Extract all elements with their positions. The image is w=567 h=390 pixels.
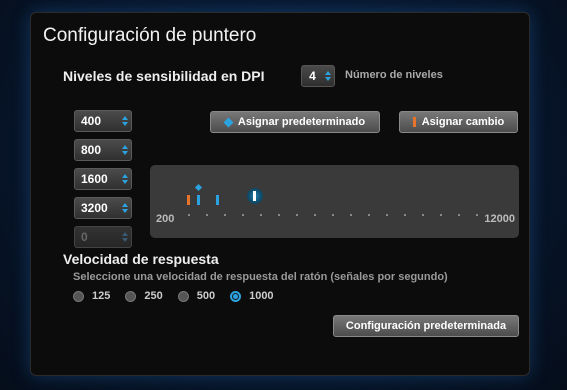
slider-tick [476,214,478,216]
pointer-settings-panel: Configuración de puntero Niveles de sens… [30,12,530,376]
dpi-level-list: 400 800 1600 3200 0 [74,110,132,255]
num-levels-stepper[interactable]: 4 [301,65,335,87]
slider-tick [386,214,388,216]
slider-tick [332,214,334,216]
slider-tick [314,214,316,216]
dpi-levels-heading: Niveles de sensibilidad en DPI [63,68,265,84]
stepper-arrows-icon[interactable] [120,232,129,242]
default-config-button[interactable]: Configuración predeterminada [333,315,519,337]
stepper-arrows-icon[interactable] [120,174,129,184]
radio-label: 1000 [249,290,274,302]
slider-tick [188,214,190,216]
dpi-level-5-value: 0 [81,230,88,244]
slider-tick [440,214,442,216]
num-levels-value: 4 [309,69,316,83]
report-rate-options: 125 250 500 1000 [73,290,289,302]
slider-tick [206,214,208,216]
selected-dpi-marker[interactable] [247,188,263,204]
dpi-level-3-value: 1600 [81,172,108,186]
dpi-level-marker[interactable] [216,195,219,205]
slider-tick [368,214,370,216]
slider-tick [350,214,352,216]
num-levels-label: Número de niveles [345,69,443,81]
report-rate-1000-radio[interactable]: 1000 [230,290,274,302]
default-marker-diamond-icon [194,183,203,192]
radio-circle-icon[interactable] [73,290,84,302]
report-rate-description: Seleccione una velocidad de respuesta de… [73,271,448,283]
radio-label: 125 [92,290,111,302]
dpi-level-2-field[interactable]: 800 [74,139,132,161]
dpi-level-3-field[interactable]: 1600 [74,168,132,190]
slider-tick [458,214,460,216]
dpi-level-5-field[interactable]: 0 [74,226,132,248]
assign-change-button[interactable]: Asignar cambio [399,111,518,133]
dpi-level-1-value: 400 [81,114,102,128]
shift-marker-orange[interactable] [187,195,190,205]
radio-selected-icon[interactable] [230,290,242,302]
report-rate-125-radio[interactable]: 125 [73,290,110,302]
panel-title: Configuración de puntero [43,25,257,46]
slider-min-label: 200 [156,213,175,225]
dpi-level-4-field[interactable]: 3200 [74,197,132,219]
dpi-level-4-value: 3200 [81,201,108,215]
slider-tick [296,214,298,216]
assign-default-label: Asignar predeterminado [237,116,366,128]
assign-default-button[interactable]: Asignar predeterminado [210,111,380,133]
assign-change-label: Asignar cambio [421,116,505,128]
radio-label: 500 [196,290,216,302]
radio-circle-icon[interactable] [177,290,189,302]
slider-tick [260,214,262,216]
slider-tick [242,214,244,216]
blue-diamond-icon [223,117,234,127]
report-rate-heading: Velocidad de respuesta [63,251,219,267]
slider-max-label: 12000 [484,213,515,225]
slider-tick [422,214,424,216]
stepper-arrows-icon[interactable] [120,203,129,213]
stepper-arrows-icon[interactable] [323,71,332,81]
dpi-slider[interactable]: 200 12000 [150,165,519,238]
orange-marker-icon [412,117,416,127]
stepper-arrows-icon[interactable] [120,145,129,155]
report-rate-250-radio[interactable]: 250 [125,290,163,302]
report-rate-500-radio[interactable]: 500 [177,290,216,302]
slider-tick [224,214,226,216]
dpi-level-marker[interactable] [197,195,200,205]
stepper-arrows-icon[interactable] [120,116,129,126]
dpi-level-2-value: 800 [81,143,102,157]
slider-tick [404,214,406,216]
slider-tick [278,214,280,216]
dpi-level-1-field[interactable]: 400 [74,110,132,132]
radio-circle-icon[interactable] [125,290,137,302]
radio-label: 250 [144,290,163,302]
default-config-label: Configuración predeterminada [345,320,507,332]
